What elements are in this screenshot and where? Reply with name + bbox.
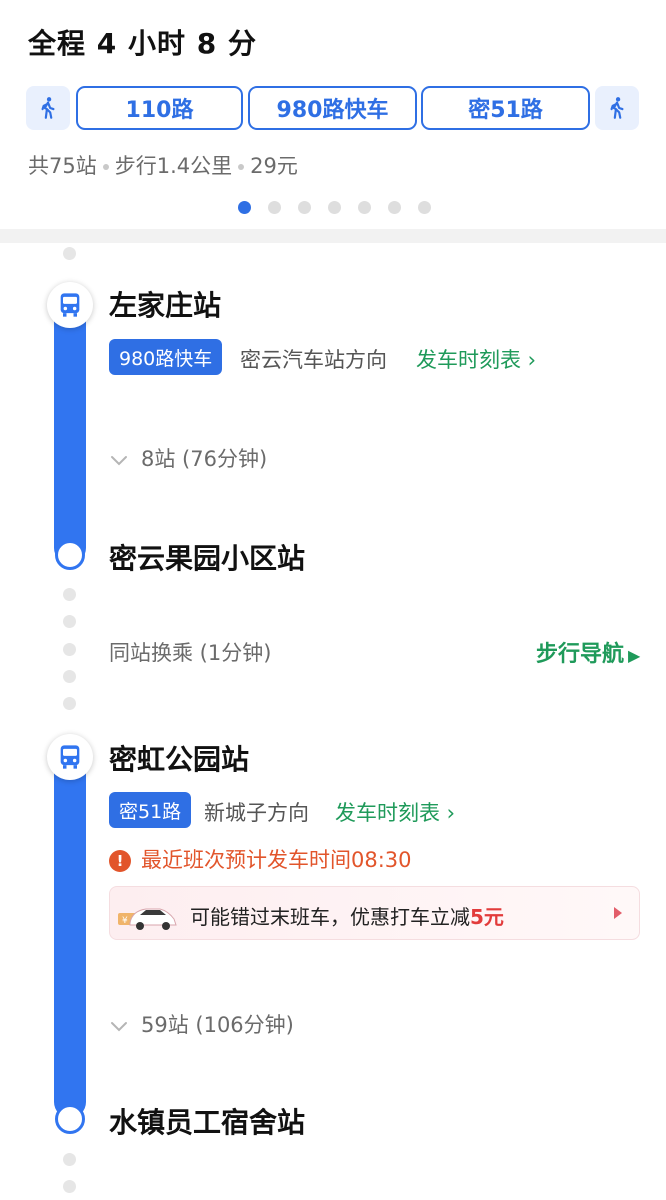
info-icon: ! [109,850,131,872]
segment-mi51[interactable]: 密51路 [421,86,590,130]
stops-count: 59站 (106分钟) [141,1013,294,1037]
stops-toggle[interactable]: 59站 (106分钟) [109,1009,294,1039]
alight-station[interactable]: 密云果园小区站 [109,537,305,577]
taxi-discount-amount: 5元 [470,905,504,929]
bus-icon-badge [47,734,93,780]
pager-dot[interactable] [418,201,431,214]
board-station[interactable]: 密虹公园站 [109,738,249,778]
section-divider [0,229,666,243]
alight-station[interactable]: 水镇员工宿舍站 [109,1101,305,1141]
svg-text:¥: ¥ [122,916,128,926]
stops-toggle[interactable]: 8站 (76分钟) [109,443,267,473]
timeline-dot [63,247,76,260]
bus-icon [60,745,80,769]
walk-icon [610,97,624,119]
segment-980-express[interactable]: 980路快车 [248,86,417,130]
taxi-promo-text: 可能错过末班车，优惠打车立减5元 [190,901,504,930]
alight-marker [55,1104,85,1134]
walk-navigation-label: 步行导航 [536,642,625,667]
route-summary: 共75站 步行1.4公里 29元 [28,150,298,180]
timeline-dot [63,615,76,628]
chevron-down-icon [111,456,127,466]
walk-navigation-link[interactable]: 步行导航 ▶ [536,636,640,668]
pager-dot[interactable] [298,201,311,214]
total-stops: 共75站 [28,154,97,178]
caret-right-icon: ▶ [628,646,641,665]
departure-alert-text: 最近班次预计发车时间08:30 [141,848,412,872]
alight-marker [55,540,85,570]
route-segments: 110路 980路快车 密51路 [26,86,640,130]
taxi-promo-card[interactable]: ¥ 可能错过末班车，优惠打车立减5元 [109,886,640,940]
bus-icon-badge [47,282,93,328]
timetable-link[interactable]: 发车时刻表 › [335,797,455,827]
pager-dot[interactable] [238,201,251,214]
total-price: 29元 [250,154,298,178]
walk-icon [41,97,55,119]
caret-right-icon [614,907,622,919]
separator-dot [102,164,109,170]
timeline-dot [63,1180,76,1193]
transfer-info: 同站换乘 (1分钟) [109,641,272,665]
bus-leg-bar [54,296,86,564]
timeline-dot [63,670,76,683]
timetable-link[interactable]: 发车时刻表 › [416,344,536,374]
pager-dot[interactable] [268,201,281,214]
bus-leg-bar [54,748,86,1118]
plan-pager[interactable] [238,201,431,214]
walk-distance: 步行1.4公里 [114,154,233,178]
timeline-dot [63,1153,76,1166]
board-station[interactable]: 左家庄站 [109,284,221,324]
walk-segment[interactable] [26,86,70,130]
departure-alert: ! 最近班次预计发车时间08:30 [109,844,412,874]
pager-dot[interactable] [328,201,341,214]
route-direction: 新城子方向 [204,801,309,825]
timeline-dot [63,697,76,710]
timeline-dot [63,643,76,656]
chevron-down-icon [111,1022,127,1032]
bus-icon [60,293,80,317]
walk-segment[interactable] [595,86,639,130]
timeline-dot [63,588,76,601]
taxi-promo-message: 可能错过末班车，优惠打车立减 [190,905,470,929]
route-total-time: 全程 4 小时 8 分 [28,27,257,60]
pager-dot[interactable] [358,201,371,214]
route-badge[interactable]: 密51路 [109,792,192,828]
segment-110[interactable]: 110路 [76,86,243,130]
route-direction: 密云汽车站方向 [240,348,387,372]
taxi-car-icon: ¥ [118,908,177,930]
pager-dot[interactable] [388,201,401,214]
route-badge[interactable]: 980路快车 [109,339,223,375]
separator-dot [238,164,245,170]
stops-count: 8站 (76分钟) [141,447,268,471]
